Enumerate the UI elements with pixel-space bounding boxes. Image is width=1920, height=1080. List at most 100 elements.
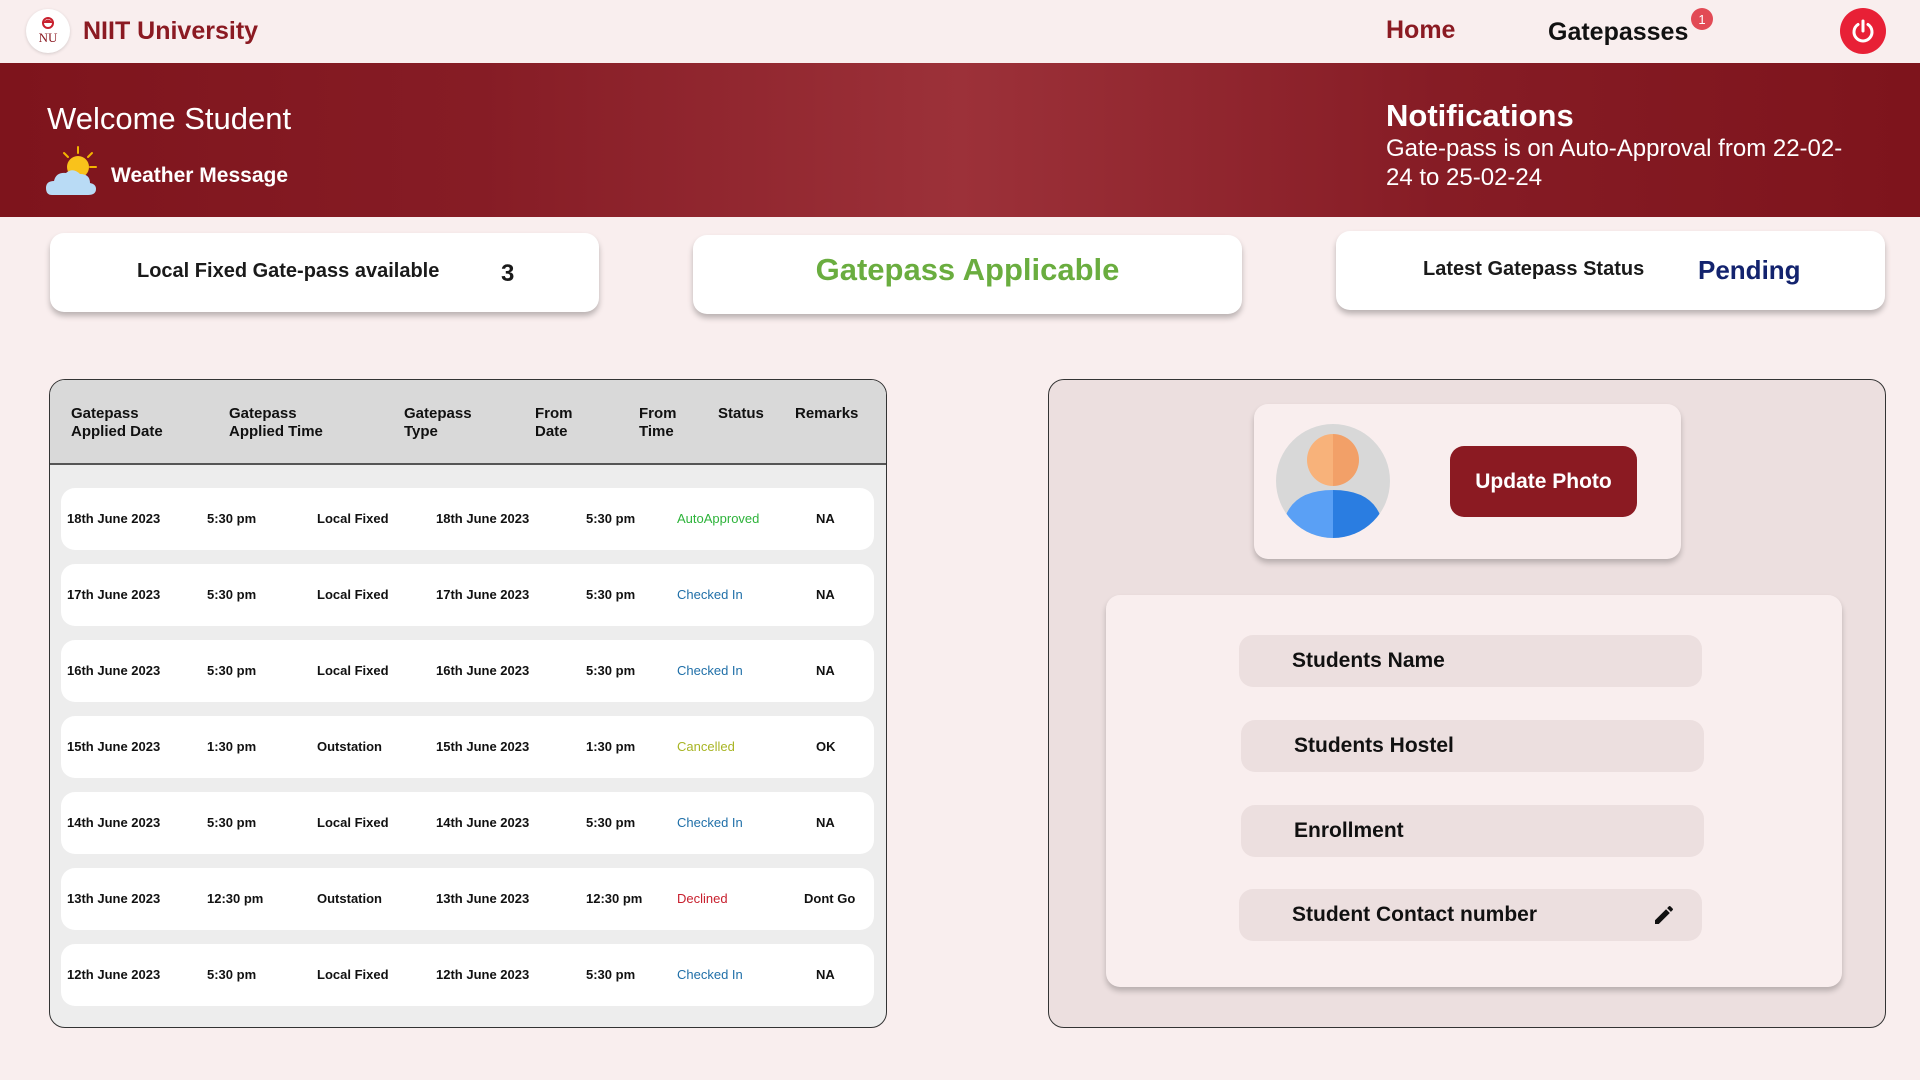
notification-badge: 1 [1691,8,1713,30]
student-details-card: Students Name Students Hostel Enrollment… [1106,595,1842,987]
sun-cloud-icon [46,146,97,195]
brand-name[interactable]: NIIT University [83,17,258,46]
cell-status: Checked In [677,663,743,678]
header-from-date: From Date [535,405,573,440]
cell-from-date: 12th June 2023 [436,967,530,982]
table-row[interactable]: 14th June 2023 5:30 pm Local Fixed 14th … [61,792,874,854]
cell-status: Checked In [677,587,743,602]
field-label: Enrollment [1294,819,1404,842]
cell-remarks: NA [816,815,835,830]
cell-status: Checked In [677,967,743,982]
cell-from-date: 18th June 2023 [436,511,530,526]
cell-type: Local Fixed [317,587,389,602]
table-row[interactable]: 18th June 2023 5:30 pm Local Fixed 18th … [61,488,874,550]
field-label: Students Hostel [1294,734,1454,757]
header-applied-date: Gatepass Applied Date [71,405,163,440]
cell-from-time: 5:30 pm [586,967,636,982]
cell-applied-time: 5:30 pm [207,815,257,830]
cell-remarks: NA [816,587,835,602]
nav-gatepasses-link[interactable]: Gatepasses [1548,18,1688,47]
table-body: 18th June 2023 5:30 pm Local Fixed 18th … [61,488,874,1020]
cell-applied-time: 5:30 pm [207,663,257,678]
local-fixed-card: Local Fixed Gate-pass available 3 [50,233,599,312]
table-header: Gatepass Applied Date Gatepass Applied Tim… [50,380,886,465]
cell-from-time: 5:30 pm [586,511,636,526]
student-profile-panel: Update Photo Students Name Students Host… [1048,379,1886,1028]
table-row[interactable]: 17th June 2023 5:30 pm Local Fixed 17th … [61,564,874,626]
table-row[interactable]: 15th June 2023 1:30 pm Outstation 15th J… [61,716,874,778]
cell-from-time: 5:30 pm [586,815,636,830]
cell-status: Declined [677,891,728,906]
field-label: Student Contact number [1292,903,1537,926]
cell-applied-time: 5:30 pm [207,511,257,526]
notifications-body: Gate-pass is on Auto-Approval from 22-02… [1386,135,1843,191]
enrollment-field[interactable]: Enrollment [1241,805,1704,857]
cell-applied-date: 15th June 2023 [67,739,161,754]
cell-applied-date: 16th June 2023 [67,663,161,678]
cell-remarks: NA [816,663,835,678]
welcome-text: Welcome Student [47,101,292,136]
pencil-icon[interactable] [1652,903,1676,927]
header-status: Status [718,405,764,422]
local-fixed-count: 3 [501,260,515,287]
cell-remarks: OK [816,739,836,754]
cell-type: Local Fixed [317,815,389,830]
cell-applied-date: 18th June 2023 [67,511,161,526]
table-row[interactable]: 13th June 2023 12:30 pm Outstation 13th … [61,868,874,930]
cell-from-time: 12:30 pm [586,891,643,906]
cell-from-date: 14th June 2023 [436,815,530,830]
cell-remarks: NA [816,511,835,526]
cell-applied-time: 5:30 pm [207,587,257,602]
university-logo[interactable]: NU [26,9,70,53]
cell-from-date: 17th June 2023 [436,587,530,602]
header-from-time: From Time [639,405,677,440]
cell-from-time: 5:30 pm [586,663,636,678]
photo-card: Update Photo [1254,404,1681,559]
table-row[interactable]: 12th June 2023 5:30 pm Local Fixed 12th … [61,944,874,1006]
cell-status: Checked In [677,815,743,830]
update-photo-button[interactable]: Update Photo [1450,446,1637,517]
latest-status-card: Latest Gatepass Status Pending [1336,231,1885,310]
table-row[interactable]: 16th June 2023 5:30 pm Local Fixed 16th … [61,640,874,702]
cell-applied-time: 1:30 pm [207,739,257,754]
header-remarks: Remarks [795,405,859,422]
students-hostel-field[interactable]: Students Hostel [1241,720,1704,772]
user-avatar-icon [1276,424,1390,538]
cell-from-date: 16th June 2023 [436,663,530,678]
cell-type: Outstation [317,891,382,906]
notifications-title: Notifications [1386,98,1574,133]
header-applied-time: Gatepass Applied Time [229,405,323,440]
local-fixed-label: Local Fixed Gate-pass available [137,260,440,282]
header-type: Gatepass Type [404,405,472,440]
cell-from-date: 15th June 2023 [436,739,530,754]
cell-type: Local Fixed [317,967,389,982]
cell-type: Outstation [317,739,382,754]
students-name-field[interactable]: Students Name [1239,635,1702,687]
cell-applied-time: 5:30 pm [207,967,257,982]
cell-status: Cancelled [677,739,735,754]
weather-message: Weather Message [111,164,289,187]
cell-applied-date: 17th June 2023 [67,587,161,602]
cell-remarks: NA [816,967,835,982]
cell-applied-date: 13th June 2023 [67,891,161,906]
cell-from-time: 5:30 pm [586,587,636,602]
gatepass-applicable-label: Gatepass Applicable [815,252,1120,287]
logo-text: NU [39,30,58,45]
contact-number-field[interactable]: Student Contact number [1239,889,1702,941]
cell-type: Local Fixed [317,511,389,526]
gatepass-applicable-card[interactable]: Gatepass Applicable [693,235,1242,314]
latest-status-label: Latest Gatepass Status [1423,258,1645,280]
nav-home-link[interactable]: Home [1386,16,1455,45]
logout-button[interactable] [1840,8,1886,54]
cell-remarks: Dont Go [804,891,856,906]
field-label: Students Name [1292,649,1445,672]
latest-status-value: Pending [1698,255,1801,285]
gatepass-history-table: Gatepass Applied Date Gatepass Applied Tim… [49,379,887,1028]
power-icon [1852,19,1874,43]
cell-applied-date: 12th June 2023 [67,967,161,982]
logo-emblem-icon: NU [39,17,58,45]
cell-type: Local Fixed [317,663,389,678]
cell-applied-time: 12:30 pm [207,891,264,906]
cell-from-time: 1:30 pm [586,739,636,754]
cell-applied-date: 14th June 2023 [67,815,161,830]
